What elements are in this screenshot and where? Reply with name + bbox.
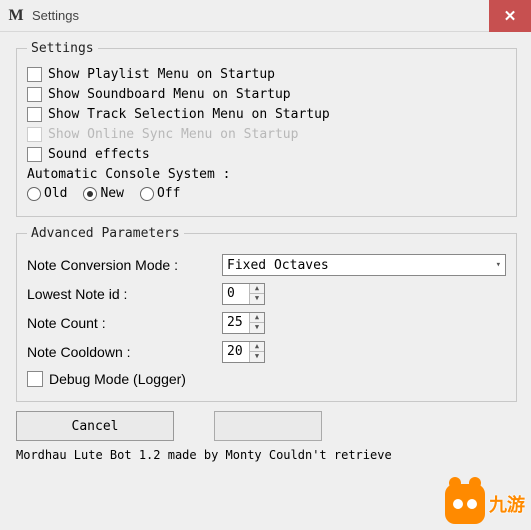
watermark: 九游 [445,484,525,524]
cancel-button[interactable]: Cancel [16,411,174,441]
note-count-spinner[interactable]: 25 ▲▼ [222,312,265,334]
spin-down-icon[interactable]: ▼ [250,352,264,362]
note-conv-value: Fixed Octaves [227,258,329,273]
watermark-text: 九游 [489,491,525,517]
acs-radio-label: New [100,186,123,201]
spin-up-icon[interactable]: ▲ [250,284,264,294]
acs-label: Automatic Console System : [27,167,506,182]
setting-label-2: Show Track Selection Menu on Startup [48,107,330,122]
settings-legend: Settings [27,41,98,56]
window-title: Settings [32,8,489,23]
chevron-down-icon: ▾ [496,260,501,270]
note-cooldown-value: 20 [223,342,249,362]
debug-checkbox[interactable] [27,371,43,387]
setting-label-1: Show Soundboard Menu on Startup [48,87,291,102]
note-cooldown-spinner[interactable]: 20 ▲▼ [222,341,265,363]
settings-group: Settings Show Playlist Menu on Startup Sh… [16,41,517,217]
setting-checkbox-4[interactable] [27,147,42,162]
acs-radio-label: Old [44,186,67,201]
acs-radio-new[interactable] [83,187,97,201]
ok-button[interactable] [214,411,322,441]
lowest-note-spinner[interactable]: 0 ▲▼ [222,283,265,305]
watermark-icon [445,484,485,524]
note-conv-label: Note Conversion Mode : [27,257,222,273]
acs-radio-label: Off [157,186,180,201]
cancel-label: Cancel [72,419,119,434]
close-icon: ✕ [504,7,517,25]
advanced-group: Advanced Parameters Note Conversion Mode… [16,226,517,402]
debug-label: Debug Mode (Logger) [49,371,186,387]
note-conv-select[interactable]: Fixed Octaves ▾ [222,254,506,276]
spin-up-icon[interactable]: ▲ [250,342,264,352]
acs-radio-old[interactable] [27,187,41,201]
advanced-legend: Advanced Parameters [27,226,184,241]
footer-text: Mordhau Lute Bot 1.2 made by Monty Could… [16,448,517,462]
setting-checkbox-0[interactable] [27,67,42,82]
setting-checkbox-1[interactable] [27,87,42,102]
lowest-note-label: Lowest Note id : [27,286,222,302]
note-count-value: 25 [223,313,249,333]
lowest-note-value: 0 [223,284,249,304]
app-icon: M [0,7,32,25]
note-count-label: Note Count : [27,315,222,331]
setting-label-0: Show Playlist Menu on Startup [48,67,275,82]
setting-label-3: Show Online Sync Menu on Startup [48,127,298,142]
setting-label-4: Sound effects [48,147,150,162]
note-cooldown-label: Note Cooldown : [27,344,222,360]
setting-checkbox-3 [27,127,42,142]
acs-radio-off[interactable] [140,187,154,201]
spin-down-icon[interactable]: ▼ [250,294,264,304]
spin-up-icon[interactable]: ▲ [250,313,264,323]
close-button[interactable]: ✕ [489,0,531,32]
spin-down-icon[interactable]: ▼ [250,323,264,333]
setting-checkbox-2[interactable] [27,107,42,122]
